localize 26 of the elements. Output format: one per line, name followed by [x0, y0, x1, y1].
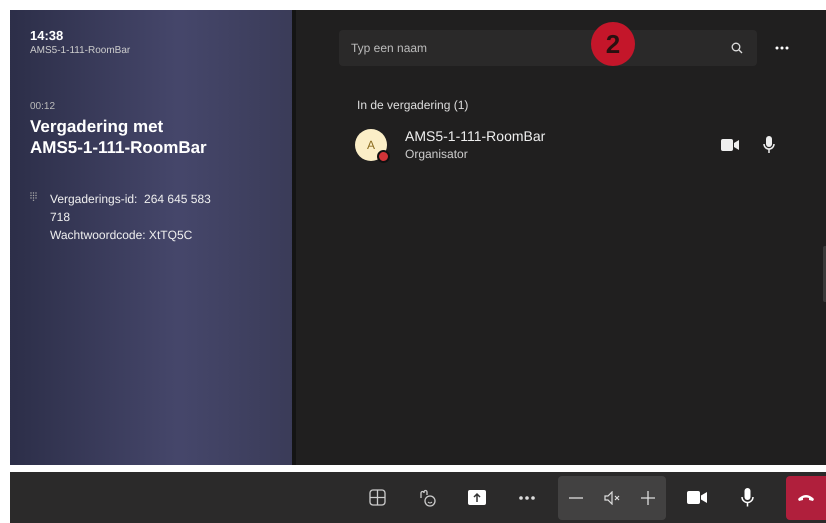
meeting-password: Wachtwoordcode: XtTQ5C	[50, 227, 194, 244]
dialpad-icon	[30, 192, 37, 201]
meeting-id: Vergaderings-id: 264 645 583 718	[50, 191, 212, 226]
participant-name: AMS5-1-111-RoomBar	[405, 128, 546, 144]
search-icon	[731, 42, 743, 54]
more-icon	[775, 46, 789, 50]
reactions-icon	[418, 488, 436, 506]
video-camera-icon	[721, 138, 739, 150]
clock-time: 14:38	[30, 28, 64, 43]
participant-role: Organisator	[405, 147, 469, 161]
minus-icon	[569, 496, 583, 498]
video-camera-icon	[687, 491, 707, 504]
microphone-icon	[740, 488, 754, 507]
microphone-icon	[763, 136, 775, 154]
hang-up-button[interactable]	[786, 476, 826, 520]
room-name: AMS5-1-111-RoomBar	[30, 45, 132, 56]
grid-icon	[368, 489, 386, 506]
meeting-duration: 00:12	[30, 101, 56, 112]
meeting-title: Vergadering met AMS5-1-111-RoomBar	[30, 116, 208, 158]
speaker-muted-icon	[604, 490, 620, 504]
section-heading: In de vergadering (1)	[357, 98, 470, 112]
phone-icon	[797, 494, 815, 502]
avatar: A	[355, 128, 387, 160]
plus-icon	[641, 490, 655, 504]
share-icon	[468, 490, 486, 505]
more-icon	[519, 496, 535, 500]
